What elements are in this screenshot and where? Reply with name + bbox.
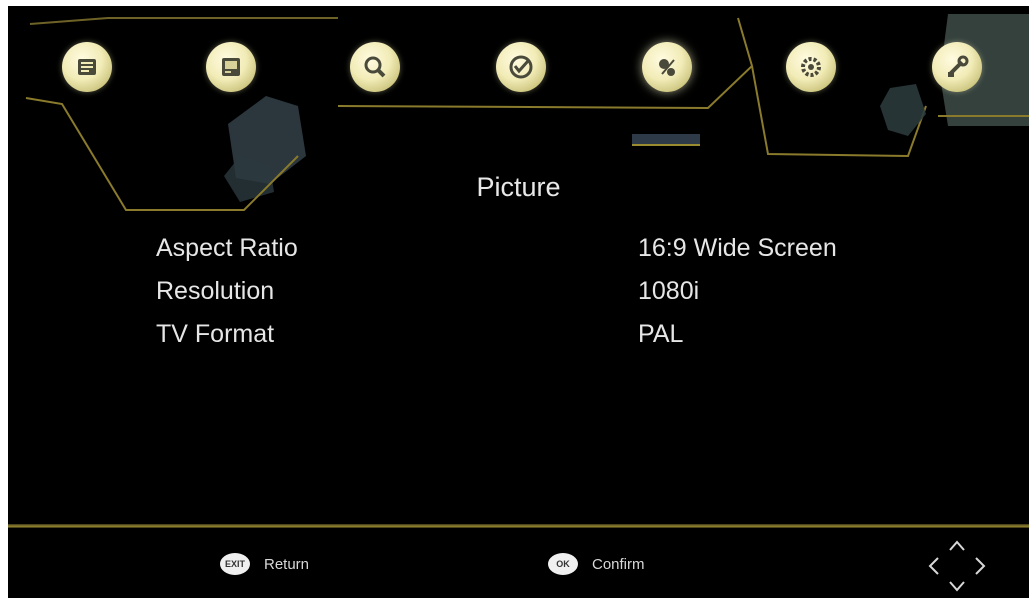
footer-divider [8, 524, 1029, 528]
confirm-label: Confirm [592, 555, 645, 573]
confirm-button[interactable]: OK Confirm [548, 553, 645, 575]
setting-row-aspect-ratio[interactable]: Aspect Ratio 16:9 Wide Screen [156, 228, 916, 271]
options-icon[interactable] [642, 42, 692, 92]
setting-value[interactable]: PAL [638, 320, 683, 349]
ok-key-icon: OK [548, 553, 578, 575]
navigation-arrows-icon [928, 540, 986, 592]
setting-label: TV Format [156, 320, 275, 348]
setting-label: Aspect Ratio [156, 234, 298, 262]
clock-icon[interactable] [496, 42, 546, 92]
search-icon[interactable] [350, 42, 400, 92]
page-title: Picture [476, 172, 561, 202]
tools-icon[interactable] [932, 42, 982, 92]
gear-icon[interactable] [786, 42, 836, 92]
exit-key-icon: EXIT [220, 553, 250, 575]
setting-value[interactable]: 16:9 Wide Screen [638, 234, 837, 263]
picture-icon[interactable] [206, 42, 256, 92]
return-button[interactable]: EXIT Return [220, 553, 309, 575]
setting-row-tv-format[interactable]: TV Format PAL [156, 314, 916, 357]
setting-row-resolution[interactable]: Resolution 1080i [156, 271, 916, 314]
settings-list: Aspect Ratio 16:9 Wide Screen Resolution… [156, 228, 916, 357]
active-tab-indicator [632, 134, 700, 146]
main-menu-screen: Picture Aspect Ratio 16:9 Wide Screen Re… [8, 6, 1029, 598]
return-label: Return [264, 555, 310, 573]
setting-value[interactable]: 1080i [638, 277, 699, 306]
tv-list-icon[interactable] [62, 42, 112, 92]
setting-label: Resolution [156, 277, 275, 305]
